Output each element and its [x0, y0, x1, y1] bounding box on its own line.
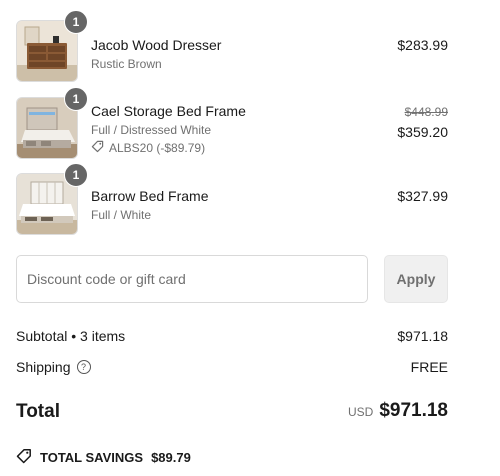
- help-circle-icon[interactable]: ?: [76, 360, 91, 374]
- discount-code-input[interactable]: [16, 255, 368, 303]
- item-variant: Full / Distressed White: [91, 123, 212, 137]
- item-discount: ALBS20 (-$89.79): [91, 140, 205, 156]
- quantity-badge: 1: [64, 163, 88, 187]
- quantity-badge: 1: [64, 87, 88, 111]
- shipping-value: FREE: [410, 359, 448, 375]
- savings-label: TOTAL SAVINGS: [40, 450, 144, 465]
- total-label: Total: [16, 401, 60, 422]
- total-savings: TOTAL SAVINGS $89.79: [16, 448, 191, 467]
- item-price: $327.99: [397, 188, 448, 204]
- shipping-row: Shipping ?: [16, 359, 91, 375]
- tag-icon: [91, 140, 104, 156]
- item-name: Cael Storage Bed Frame: [91, 103, 246, 119]
- savings-value: $89.79: [151, 450, 191, 465]
- line-item: 1 Barrow Bed Frame Full / White $327.99: [16, 163, 448, 235]
- line-item: 1 Jacob Wood Dresser Rustic Brown $283.9…: [16, 10, 448, 82]
- shipping-label: Shipping: [16, 359, 71, 375]
- apply-button[interactable]: Apply: [384, 255, 448, 303]
- item-thumbnail: 1: [16, 10, 88, 82]
- item-thumbnail: 1: [16, 87, 88, 159]
- item-variant: Rustic Brown: [91, 57, 162, 71]
- item-thumbnail: 1: [16, 163, 88, 235]
- item-price: $283.99: [397, 37, 448, 53]
- item-variant: Full / White: [91, 208, 152, 222]
- subtotal-value: $971.18: [397, 328, 448, 344]
- item-original-price: $448.99: [404, 105, 448, 119]
- total-amount: $971.18: [379, 400, 448, 421]
- line-item: 1 Cael Storage Bed Frame Full / Distress…: [16, 87, 448, 159]
- total-value: USD $971.18: [348, 400, 448, 422]
- subtotal-label: Subtotal • 3 items: [16, 328, 126, 344]
- item-name: Jacob Wood Dresser: [91, 37, 222, 53]
- item-name: Barrow Bed Frame: [91, 188, 209, 204]
- item-price: $359.20: [397, 124, 448, 140]
- discount-code: ALBS20 (-$89.79): [109, 141, 206, 155]
- tag-icon: [16, 448, 32, 467]
- quantity-badge: 1: [64, 10, 88, 34]
- currency-code: USD: [347, 405, 374, 419]
